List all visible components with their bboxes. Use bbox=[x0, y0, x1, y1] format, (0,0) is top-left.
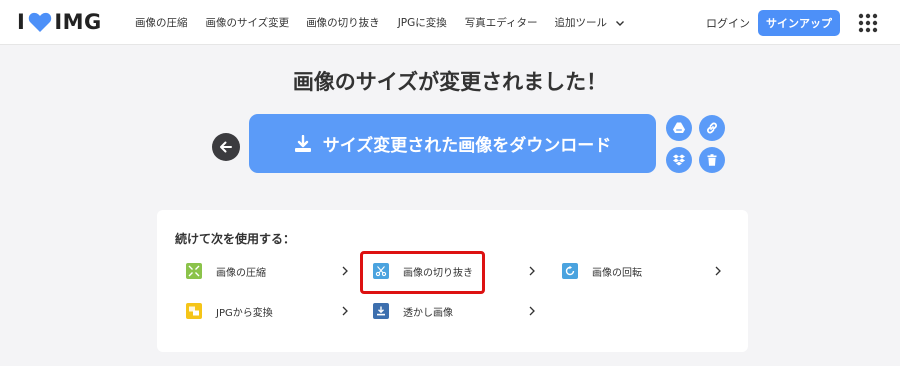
tool-crop-label: 画像の切り抜き bbox=[403, 267, 473, 279]
trash-icon bbox=[707, 154, 717, 166]
download-icon bbox=[294, 134, 311, 152]
tool-watermark[interactable]: 透かし画像 bbox=[373, 299, 538, 323]
nav-photo-editor[interactable]: 写真エディター bbox=[465, 15, 538, 30]
nav-convert-to-jpg[interactable]: JPGに変換 bbox=[398, 15, 447, 30]
watermark-icon bbox=[373, 303, 389, 319]
top-header: I IMG 画像の圧縮 画像のサイズ変更 画像の切り抜き JPGに変換 写真エデ… bbox=[0, 0, 900, 45]
delete-button[interactable] bbox=[699, 147, 725, 173]
chevron-right-icon bbox=[342, 306, 348, 316]
chevron-right-icon bbox=[529, 306, 535, 316]
tool-compress[interactable]: 画像の圧縮 bbox=[186, 259, 351, 283]
login-link[interactable]: ログイン bbox=[706, 15, 750, 31]
chevron-down-icon bbox=[616, 20, 625, 26]
chevron-right-icon bbox=[342, 266, 348, 276]
copy-link-button[interactable] bbox=[699, 115, 725, 141]
tool-rotate[interactable]: 画像の回転 bbox=[562, 259, 724, 283]
rotate-icon bbox=[562, 263, 578, 279]
logo-text-img: IMG bbox=[54, 10, 102, 34]
chevron-right-icon bbox=[529, 266, 535, 276]
convert-from-jpg-icon bbox=[186, 303, 202, 319]
tool-crop[interactable]: 画像の切り抜き bbox=[373, 259, 538, 283]
nav-compress[interactable]: 画像の圧縮 bbox=[135, 15, 188, 30]
dropbox-icon bbox=[673, 154, 685, 166]
tool-rotate-label: 画像の回転 bbox=[592, 267, 642, 279]
logo-text-i: I bbox=[17, 10, 26, 34]
tool-watermark-label: 透かし画像 bbox=[403, 307, 453, 319]
continue-title: 続けて次を使用する： bbox=[175, 232, 296, 246]
arrow-left-icon bbox=[220, 141, 232, 153]
nav-more-tools-label: 追加ツール bbox=[554, 17, 608, 29]
back-button[interactable] bbox=[212, 133, 240, 161]
tool-compress-label: 画像の圧縮 bbox=[216, 267, 266, 279]
link-icon bbox=[707, 122, 717, 134]
chevron-right-icon bbox=[715, 266, 721, 276]
nav-crop[interactable]: 画像の切り抜き bbox=[306, 15, 380, 30]
heart-icon bbox=[29, 12, 52, 32]
crop-icon bbox=[373, 263, 389, 279]
main-nav: 画像の圧縮 画像のサイズ変更 画像の切り抜き JPGに変換 写真エディター 追加… bbox=[135, 0, 625, 45]
page-title: 画像のサイズが変更されました！ bbox=[292, 70, 608, 94]
save-to-google-drive-button[interactable] bbox=[666, 115, 692, 141]
logo[interactable]: I IMG bbox=[17, 9, 102, 35]
nav-more-tools[interactable]: 追加ツール bbox=[555, 15, 626, 30]
download-button-label: サイズ変更された画像をダウンロード bbox=[322, 136, 612, 156]
google-drive-icon bbox=[673, 122, 685, 133]
compress-icon bbox=[186, 263, 202, 279]
nav-resize[interactable]: 画像のサイズ変更 bbox=[206, 15, 290, 30]
tool-convert-from-jpg-label: JPGから変換 bbox=[216, 307, 273, 319]
tool-convert-from-jpg[interactable]: JPGから変換 bbox=[186, 299, 351, 323]
signup-button[interactable]: サインアップ bbox=[758, 10, 840, 36]
download-button[interactable]: サイズ変更された画像をダウンロード bbox=[249, 114, 656, 173]
apps-grid-icon[interactable] bbox=[858, 13, 878, 33]
save-to-dropbox-button[interactable] bbox=[666, 147, 692, 173]
